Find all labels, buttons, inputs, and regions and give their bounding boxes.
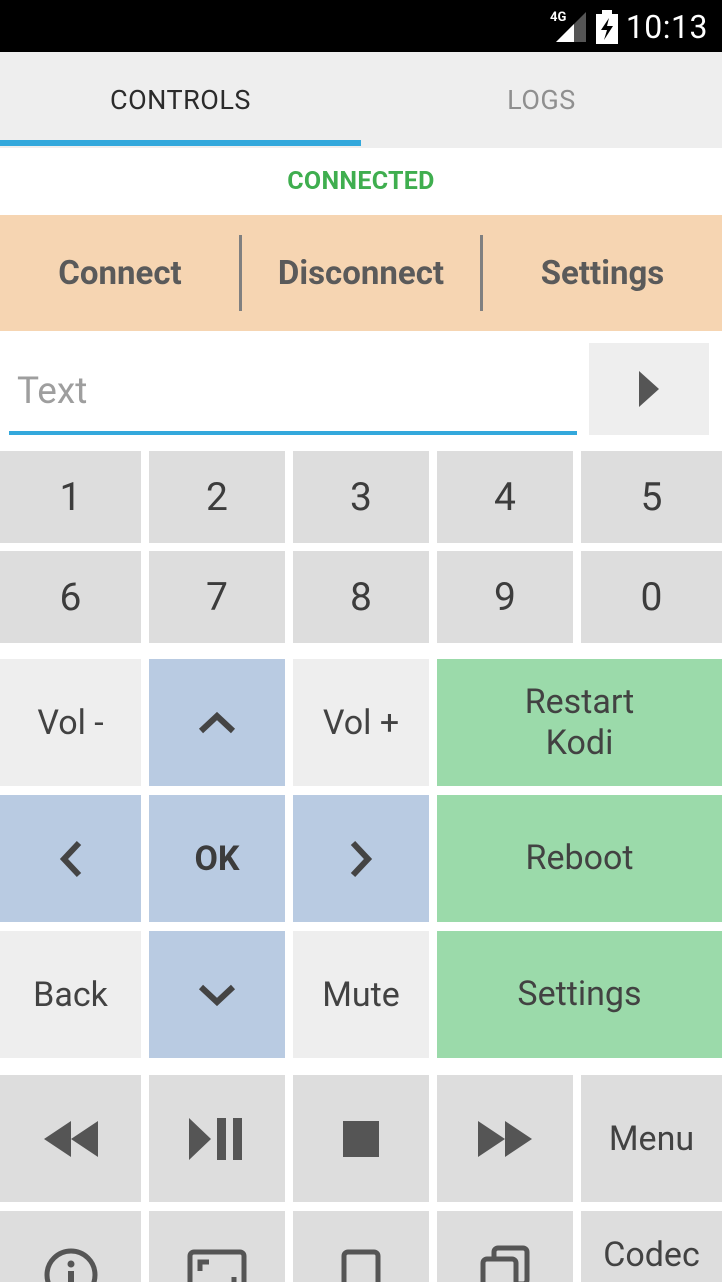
key-3[interactable]: 3 bbox=[293, 451, 429, 543]
tab-logs[interactable]: LOGS bbox=[361, 52, 722, 148]
restart-kodi-button[interactable]: Restart Kodi bbox=[437, 659, 722, 786]
copy-icon bbox=[480, 1245, 530, 1282]
disconnect-button[interactable]: Disconnect bbox=[242, 215, 480, 331]
chevron-right-icon bbox=[350, 840, 373, 877]
connect-button[interactable]: Connect bbox=[0, 215, 240, 331]
codec-button[interactable]: Codec bbox=[581, 1211, 722, 1282]
square-icon bbox=[341, 1249, 381, 1282]
key-7[interactable]: 7 bbox=[149, 551, 285, 643]
rewind-button[interactable] bbox=[0, 1075, 141, 1202]
tab-indicator bbox=[0, 140, 361, 146]
kodi-settings-button[interactable]: Settings bbox=[437, 931, 722, 1058]
play-arrow-icon bbox=[639, 371, 659, 407]
ok-button[interactable]: OK bbox=[149, 795, 285, 922]
key-4[interactable]: 4 bbox=[437, 451, 573, 543]
back-button[interactable]: Back bbox=[0, 931, 141, 1058]
key-0[interactable]: 0 bbox=[581, 551, 722, 643]
play-pause-button[interactable] bbox=[149, 1075, 285, 1202]
volume-up-button[interactable]: Vol + bbox=[293, 659, 429, 786]
fullscreen-icon bbox=[187, 1249, 247, 1282]
down-button[interactable] bbox=[149, 931, 285, 1058]
key-2[interactable]: 2 bbox=[149, 451, 285, 543]
left-button[interactable] bbox=[0, 795, 141, 922]
key-9[interactable]: 9 bbox=[437, 551, 573, 643]
input-underline bbox=[9, 431, 577, 435]
menu-button[interactable]: Menu bbox=[581, 1075, 722, 1202]
chevron-up-icon bbox=[198, 711, 236, 733]
text-input[interactable] bbox=[9, 355, 577, 427]
info-button[interactable] bbox=[0, 1211, 141, 1282]
signal-icon bbox=[556, 12, 586, 42]
chevron-left-icon bbox=[59, 840, 81, 877]
square-button[interactable] bbox=[293, 1211, 429, 1282]
tab-controls[interactable]: CONTROLS bbox=[0, 52, 361, 148]
tab-bar: CONTROLS LOGS bbox=[0, 52, 722, 148]
right-button[interactable] bbox=[293, 795, 429, 922]
up-button[interactable] bbox=[149, 659, 285, 786]
status-bar: 4G 10:13 bbox=[0, 0, 722, 52]
settings-button[interactable]: Settings bbox=[483, 215, 722, 331]
rewind-icon bbox=[43, 1120, 98, 1157]
text-input-wrapper bbox=[9, 355, 577, 435]
reboot-button[interactable]: Reboot bbox=[437, 795, 722, 922]
fast-forward-button[interactable] bbox=[437, 1075, 573, 1202]
info-icon bbox=[44, 1248, 97, 1282]
play-pause-icon bbox=[189, 1117, 242, 1160]
send-text-button[interactable] bbox=[589, 343, 709, 435]
fullscreen-button[interactable] bbox=[149, 1211, 285, 1282]
key-5[interactable]: 5 bbox=[581, 451, 722, 543]
battery-charging-icon bbox=[596, 10, 618, 44]
chevron-down-icon bbox=[198, 984, 236, 1006]
mute-button[interactable]: Mute bbox=[293, 931, 429, 1058]
copy-button[interactable] bbox=[437, 1211, 573, 1282]
connection-status: CONNECTED bbox=[287, 167, 435, 196]
action-bar: Connect Disconnect Settings bbox=[0, 215, 722, 331]
key-6[interactable]: 6 bbox=[0, 551, 141, 643]
stop-icon bbox=[343, 1120, 379, 1157]
fast-forward-icon bbox=[478, 1120, 532, 1157]
key-8[interactable]: 8 bbox=[293, 551, 429, 643]
key-1[interactable]: 1 bbox=[0, 451, 141, 543]
volume-down-button[interactable]: Vol - bbox=[0, 659, 141, 786]
app-screen: 4G 10:13 CONTROLS LOGS CONNECTED Connect… bbox=[0, 0, 722, 1282]
stop-button[interactable] bbox=[293, 1075, 429, 1202]
clock: 10:13 bbox=[625, 8, 708, 46]
